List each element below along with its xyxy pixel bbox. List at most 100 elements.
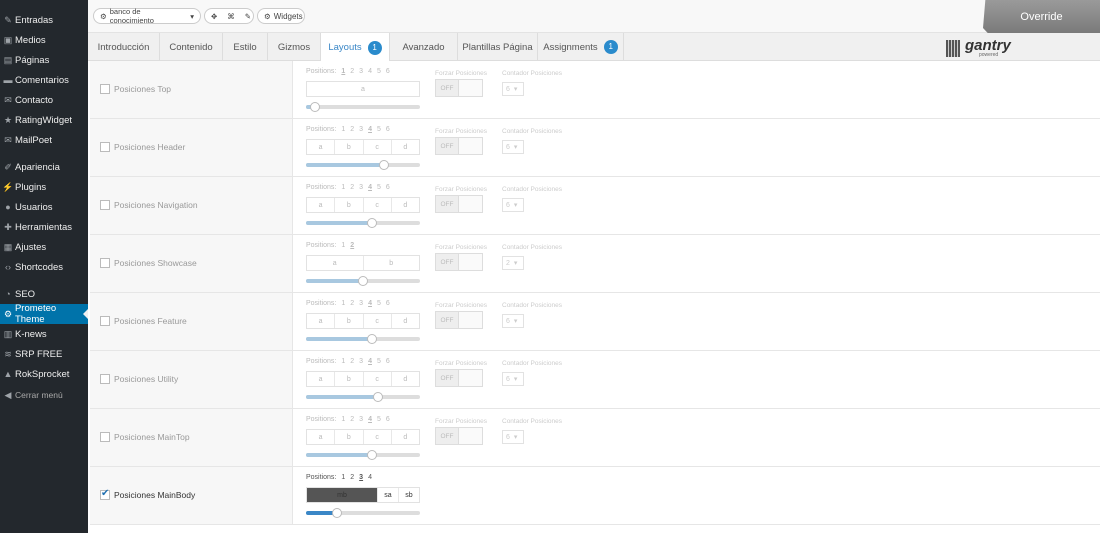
slider-knob[interactable] xyxy=(358,276,368,286)
forzar-toggle[interactable]: OFF xyxy=(435,137,483,155)
sidebar-item-medios[interactable]: ▣ Medios xyxy=(0,30,88,50)
position-option[interactable]: 5 xyxy=(377,416,381,423)
position-option[interactable]: 2 xyxy=(350,416,354,423)
positions-slider[interactable] xyxy=(306,508,420,518)
tab-gizmos[interactable]: Gizmos xyxy=(268,33,321,61)
sidebar-item-comentarios[interactable]: ▬ Comentarios xyxy=(0,70,88,90)
position-cell[interactable]: b xyxy=(335,198,364,212)
tab-estilo[interactable]: Estilo xyxy=(223,33,268,61)
override-button[interactable]: Override xyxy=(983,0,1100,33)
position-cell[interactable]: a xyxy=(307,140,336,154)
position-cell[interactable]: a xyxy=(307,82,419,96)
sidebar-item-ajustes[interactable]: ▦ Ajustes xyxy=(0,237,88,257)
tab-introducci-n[interactable]: Introducción xyxy=(88,33,160,61)
contador-select[interactable]: 6 ▾ xyxy=(502,314,524,328)
position-option[interactable]: 5 xyxy=(377,300,381,307)
position-option[interactable]: 1 xyxy=(341,474,345,481)
position-option[interactable]: 5 xyxy=(377,358,381,365)
position-option[interactable]: 1 xyxy=(341,126,345,133)
position-option[interactable]: 6 xyxy=(386,358,390,365)
position-cell[interactable]: c xyxy=(364,314,392,328)
slider-knob[interactable] xyxy=(367,218,378,228)
row-checkbox[interactable] xyxy=(100,200,110,210)
forzar-toggle[interactable]: OFF xyxy=(435,427,483,445)
tab-layouts[interactable]: Layouts 1 xyxy=(321,33,390,62)
position-option[interactable]: 6 xyxy=(386,126,390,133)
row-checkbox[interactable] xyxy=(100,142,110,152)
row-checkbox[interactable] xyxy=(100,432,110,442)
positions-slider[interactable] xyxy=(306,276,420,286)
position-option[interactable]: 4 xyxy=(368,68,372,75)
position-option[interactable]: 3 xyxy=(359,416,363,423)
position-option[interactable]: 3 xyxy=(359,300,363,307)
edit-icon[interactable]: ✎ xyxy=(245,12,251,21)
position-cell[interactable]: d xyxy=(392,430,419,444)
position-cell[interactable]: b xyxy=(335,430,364,444)
position-cell[interactable]: sb xyxy=(399,488,419,502)
position-cell[interactable]: a xyxy=(307,314,336,328)
position-option[interactable]: 1 xyxy=(341,416,345,423)
forzar-toggle[interactable]: OFF xyxy=(435,369,483,387)
position-cell[interactable]: c xyxy=(364,198,392,212)
position-cell[interactable]: c xyxy=(364,430,392,444)
position-option[interactable]: 1 xyxy=(341,358,345,365)
sidebar-item-roksprocket[interactable]: ▲ RokSprocket xyxy=(0,364,88,384)
row-checkbox[interactable] xyxy=(100,488,110,500)
position-option[interactable]: 6 xyxy=(386,300,390,307)
contador-select[interactable]: 6 ▾ xyxy=(502,198,524,212)
position-option[interactable]: 4 xyxy=(368,184,372,191)
tab-plantillas-p-gina[interactable]: Plantillas Página xyxy=(458,33,538,61)
slider-knob[interactable] xyxy=(378,160,389,170)
row-checkbox[interactable] xyxy=(100,258,110,268)
position-option[interactable]: 6 xyxy=(386,184,390,191)
position-cell[interactable]: a xyxy=(307,256,364,270)
slider-knob[interactable] xyxy=(310,102,321,112)
position-cell[interactable]: d xyxy=(392,140,419,154)
move-icon[interactable]: ✥ xyxy=(211,12,217,21)
position-cell[interactable]: a xyxy=(307,430,336,444)
position-option[interactable]: 2 xyxy=(350,242,354,249)
position-cell[interactable]: a xyxy=(307,372,336,386)
positions-slider[interactable] xyxy=(306,102,420,112)
slider-knob[interactable] xyxy=(367,334,378,344)
position-option[interactable]: 1 xyxy=(341,242,345,249)
position-cell[interactable]: d xyxy=(392,198,419,212)
row-checkbox[interactable] xyxy=(100,84,110,94)
sidebar-item-contacto[interactable]: ✉ Contacto xyxy=(0,90,88,110)
slider-knob[interactable] xyxy=(331,508,342,518)
position-cell[interactable]: b xyxy=(335,140,364,154)
position-cell[interactable]: sa xyxy=(378,488,399,502)
positions-slider[interactable] xyxy=(306,334,420,344)
position-cell[interactable]: b xyxy=(335,372,364,386)
tab-contenido[interactable]: Contenido xyxy=(160,33,223,61)
position-cell[interactable]: d xyxy=(392,314,419,328)
contador-select[interactable]: 6 ▾ xyxy=(502,372,524,386)
position-option[interactable]: 6 xyxy=(386,68,390,75)
sidebar-item-shortcodes[interactable]: ‹› Shortcodes xyxy=(0,257,88,277)
position-option[interactable]: 4 xyxy=(368,416,372,423)
position-option[interactable]: 3 xyxy=(359,184,363,191)
forzar-toggle[interactable]: OFF xyxy=(435,195,483,213)
position-option[interactable]: 3 xyxy=(359,358,363,365)
slider-knob[interactable] xyxy=(367,450,378,460)
positions-slider[interactable] xyxy=(306,160,420,170)
context-selector[interactable]: ⚙ banco de conocimiento ▾ xyxy=(93,7,201,25)
sidebar-item-srp-free[interactable]: ≋ SRP FREE xyxy=(0,344,88,364)
position-option[interactable]: 1 xyxy=(341,300,345,307)
sidebar-item-plugins[interactable]: ⚡ Plugins xyxy=(0,177,88,197)
sidebar-item-k-news[interactable]: ▥ K-news xyxy=(0,324,88,344)
position-option[interactable]: 2 xyxy=(350,184,354,191)
position-option[interactable]: 2 xyxy=(350,358,354,365)
contador-select[interactable]: 2 ▾ xyxy=(502,256,524,270)
slider-knob[interactable] xyxy=(372,392,383,402)
forzar-toggle[interactable]: OFF xyxy=(435,311,483,329)
position-cell[interactable]: a xyxy=(307,198,336,212)
positions-slider[interactable] xyxy=(306,450,420,460)
forzar-toggle[interactable]: OFF xyxy=(435,79,483,97)
position-option[interactable]: 4 xyxy=(368,358,372,365)
position-option[interactable]: 2 xyxy=(350,474,354,481)
position-option[interactable]: 6 xyxy=(386,416,390,423)
sidebar-item-ratingwidget[interactable]: ★ RatingWidget xyxy=(0,110,88,130)
row-checkbox[interactable] xyxy=(100,374,110,384)
position-option[interactable]: 4 xyxy=(368,300,372,307)
